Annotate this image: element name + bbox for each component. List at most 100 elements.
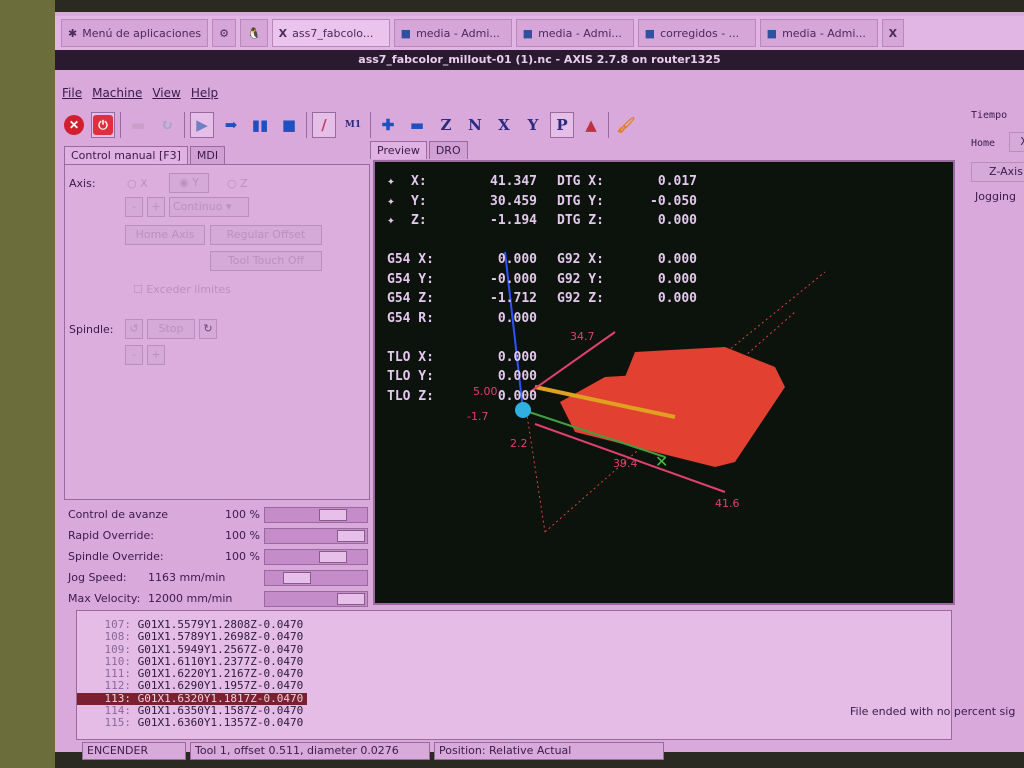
homed-icon: ✦ xyxy=(387,213,395,228)
tool-touch-off-button[interactable]: Tool Touch Off xyxy=(210,251,322,271)
stop-icon[interactable]: ■ xyxy=(277,112,301,138)
applications-menu[interactable]: ✱ Menú de aplicaciones xyxy=(61,19,209,47)
dimension-label: 41.6 xyxy=(715,497,740,510)
axis-x-radio[interactable]: ○ X xyxy=(127,177,148,190)
settings-icon[interactable]: ⚙ xyxy=(212,19,236,47)
dro-value: 0.017 xyxy=(657,174,697,189)
tab-dro[interactable]: DRO xyxy=(428,141,468,159)
left-panel: Control manual [F3] MDI Axis: ○ X ◉ Y ○ … xyxy=(64,146,370,502)
spindle-forward-icon[interactable]: ↻ xyxy=(199,319,217,339)
slider-track[interactable] xyxy=(264,527,368,544)
menu-file[interactable]: File xyxy=(62,86,82,100)
dro-label: Y: xyxy=(411,193,427,209)
optional-stop-icon[interactable]: M1 xyxy=(341,112,365,138)
slider-row: Spindle Override: 100 % xyxy=(68,546,370,567)
slider-track[interactable] xyxy=(264,548,368,565)
taskbar-item-media-1[interactable]: ■ media - Admi... xyxy=(393,19,512,47)
view-p-button[interactable]: P xyxy=(550,112,574,138)
folder-icon: ■ xyxy=(522,26,534,40)
spindle-slower-button[interactable]: - xyxy=(125,345,143,365)
spindle-faster-button[interactable]: + xyxy=(147,345,165,365)
axis-y-radio[interactable]: ◉ Y xyxy=(169,173,209,193)
dimension-label: 2.2 xyxy=(510,437,528,450)
app-menu-icon: ✱ xyxy=(68,26,78,40)
dimension-label: 39.4 xyxy=(613,457,638,470)
spindle-stop-button[interactable]: Stop xyxy=(147,319,195,339)
homed-icon: ✦ xyxy=(387,193,395,209)
dro-label xyxy=(557,231,627,251)
dro-label: TLO Z: xyxy=(387,388,434,404)
slider-value: 12000 mm/min xyxy=(148,592,233,605)
origin-marker-icon: ✕ xyxy=(655,452,668,471)
slider-track[interactable] xyxy=(264,590,368,607)
dro-label: X: xyxy=(411,174,427,189)
taskbar-item-x[interactable]: X xyxy=(881,19,905,47)
clear-plot-icon[interactable]: 🖌 xyxy=(614,112,638,138)
taskbar-item-media-3[interactable]: ■ media - Admi... xyxy=(759,19,878,47)
jog-plus-button[interactable]: + xyxy=(147,197,165,217)
gcode-line[interactable]: 115: G01X1.6360Y1.1357Z-0.0470 xyxy=(77,717,951,730)
dro-label xyxy=(557,367,627,387)
menu-view[interactable]: View xyxy=(152,86,180,100)
slider-track[interactable] xyxy=(264,569,368,586)
dro-label: G54 Y: xyxy=(387,271,434,287)
jog-minus-button[interactable]: - xyxy=(125,197,143,217)
override-limits-checkbox[interactable]: ☐ Exceder límites xyxy=(133,283,231,296)
slider-thumb[interactable] xyxy=(319,508,347,521)
line-code: G01X1.5789Y1.2698Z-0.0470 xyxy=(137,630,304,644)
slider-thumb[interactable] xyxy=(337,529,365,542)
slider-thumb[interactable] xyxy=(283,571,311,584)
slider-label: Spindle Override: xyxy=(68,550,164,563)
estop-icon[interactable]: ✕ xyxy=(62,112,86,138)
view-z-button[interactable]: Z xyxy=(434,112,458,138)
toolbar: ✕ ⏻ ▬ ↻ ▶ ➡ ▮▮ ■ / M1 ✚ ▬ Z N X Y P ▲ 🖌 xyxy=(62,108,638,142)
taskbar-item-corregidos[interactable]: ■ corregidos - ... xyxy=(637,19,756,47)
zoom-out-icon[interactable]: ▬ xyxy=(405,112,429,138)
run-icon[interactable]: ▶ xyxy=(190,112,214,138)
view-y-button[interactable]: Y xyxy=(521,112,545,138)
home-label: Home xyxy=(971,138,996,149)
step-icon[interactable]: ➡ xyxy=(219,112,243,138)
slider-thumb[interactable] xyxy=(337,592,365,605)
view-z2-button[interactable]: N xyxy=(463,112,487,138)
gcode-listing[interactable]: 107: G01X1.5579Y1.2808Z-0.0470 108: G01X1… xyxy=(76,610,952,740)
spindle-label: Spindle: xyxy=(69,323,114,336)
override-sliders: Control de avanze 100 % Rapid Override: 100… xyxy=(68,504,370,609)
taskbar-item-media-2[interactable]: ■ media - Admi... xyxy=(515,19,634,47)
linux-icon[interactable]: 🐧 xyxy=(239,19,268,47)
block-delete-icon[interactable]: / xyxy=(312,112,336,138)
power-icon[interactable]: ⏻ xyxy=(91,112,115,138)
tab-preview[interactable]: Preview xyxy=(370,141,427,159)
spindle-reverse-icon[interactable]: ↺ xyxy=(125,319,143,339)
open-file-icon[interactable]: ▬ xyxy=(126,112,150,138)
menu-help[interactable]: Help xyxy=(191,86,218,100)
axis-z-radio[interactable]: ○ Z xyxy=(227,177,248,190)
preview-canvas[interactable]: ✕ 5.00 -1.7 2.2 39.4 41.6 34.7 ✦ X: 41.347… xyxy=(373,160,955,605)
taskbar-item-label: ass7_fabcolo... xyxy=(292,26,374,40)
regular-offset-button[interactable]: Regular Offset xyxy=(210,225,322,245)
slider-track[interactable] xyxy=(264,506,368,523)
taskbar-item-axis[interactable]: Xass7_fabcolo... xyxy=(271,19,390,47)
z-axis-button[interactable]: Z-Axis xyxy=(971,162,1024,182)
machine-state: ENCENDER xyxy=(82,742,186,760)
slider-thumb[interactable] xyxy=(319,550,347,563)
pause-icon[interactable]: ▮▮ xyxy=(248,112,272,138)
right-panel: Tiempo Home X Z-Axis Jogging xyxy=(957,100,1024,700)
jog-mode-select[interactable]: Continuo ▾ xyxy=(169,197,249,217)
zoom-in-icon[interactable]: ✚ xyxy=(376,112,400,138)
view-x-button[interactable]: X xyxy=(492,112,516,138)
dro-label xyxy=(557,387,627,407)
dro-row: G54 R: 0.000 xyxy=(387,309,697,329)
menu-machine[interactable]: Machine xyxy=(92,86,142,100)
reload-icon[interactable]: ↻ xyxy=(155,112,179,138)
dro-label: TLO Y: xyxy=(387,369,434,384)
axis-label: Axis: xyxy=(69,177,96,190)
rotate-view-icon[interactable]: ▲ xyxy=(579,112,603,138)
dro-value: 0.000 xyxy=(497,388,537,404)
home-x-button[interactable]: X xyxy=(1009,132,1024,152)
home-axis-button[interactable]: Home Axis xyxy=(125,225,205,245)
tab-manual-control[interactable]: Control manual [F3] xyxy=(64,146,188,164)
tab-mdi[interactable]: MDI xyxy=(189,146,226,164)
dro-value: 0.000 xyxy=(657,291,697,306)
slider-label: Rapid Override: xyxy=(68,529,154,542)
